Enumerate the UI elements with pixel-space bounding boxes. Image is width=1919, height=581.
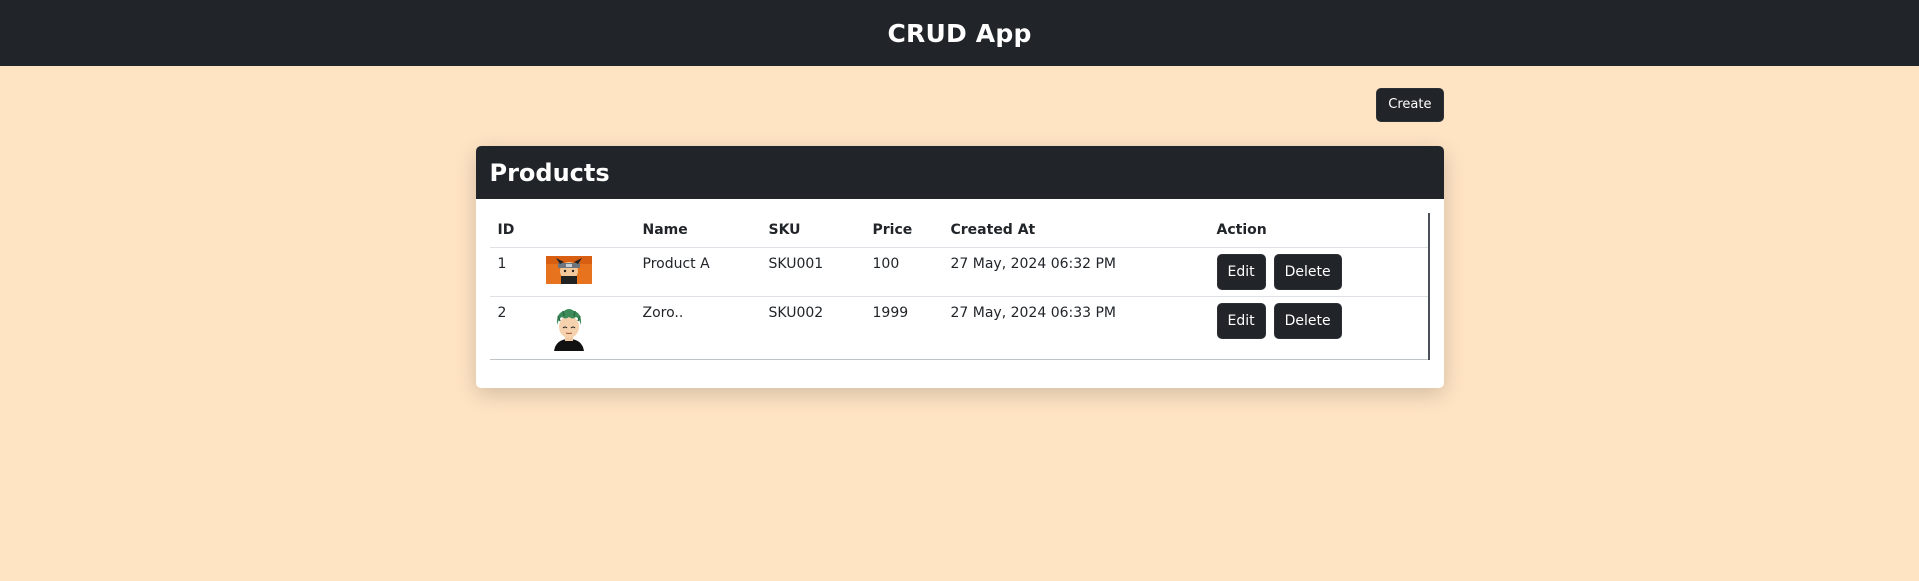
column-header-created-at: Created At: [942, 213, 1209, 248]
table-header-row: ID Name SKU Price Created At Action: [489, 213, 1428, 248]
products-table: ID Name SKU Price Created At Action 1 Pr…: [489, 213, 1428, 360]
cell-name: Product A: [634, 247, 761, 297]
column-header-sku: SKU: [760, 213, 865, 248]
column-header-action: Action: [1208, 213, 1428, 248]
card-title: Products: [489, 158, 610, 187]
column-header-price: Price: [864, 213, 943, 248]
toolbar: Create: [476, 66, 1444, 122]
card-body: ID Name SKU Price Created At Action 1 Pr…: [476, 199, 1444, 388]
cell-sku: SKU001: [760, 247, 865, 297]
cell-image: [537, 296, 635, 360]
cell-created-at: 27 May, 2024 06:33 PM: [942, 296, 1209, 360]
column-header-image: [537, 213, 635, 248]
edit-button[interactable]: Edit: [1216, 254, 1266, 290]
main-container: Create Products ID Name SKU Price Create…: [475, 66, 1444, 388]
cell-name: Zoro..: [634, 296, 761, 360]
top-navbar: CRUD App: [0, 0, 1919, 66]
table-row: 2 Zoro.. SKU002 1999 27 May, 2024 06:33 …: [489, 296, 1428, 360]
cell-created-at: 27 May, 2024 06:32 PM: [942, 247, 1209, 297]
products-card: Products ID Name SKU Price Created At Ac…: [475, 146, 1444, 388]
cell-actions: Edit Delete: [1208, 296, 1428, 360]
create-button[interactable]: Create: [1376, 88, 1444, 122]
cell-id: 1: [489, 247, 538, 297]
table-row: 1 Product A SKU001 100 27 May, 2024 06:3…: [489, 247, 1428, 297]
product-image-green-hair-avatar: [553, 309, 584, 351]
cell-actions: Edit Delete: [1208, 247, 1428, 297]
row-actions: Edit Delete: [1216, 303, 1420, 339]
cell-sku: SKU002: [760, 296, 865, 360]
cell-image: [537, 247, 635, 297]
edit-button[interactable]: Edit: [1216, 303, 1266, 339]
column-header-name: Name: [634, 213, 761, 248]
delete-button[interactable]: Delete: [1273, 303, 1342, 339]
cell-price: 100: [864, 247, 943, 297]
app-title[interactable]: CRUD App: [887, 19, 1031, 48]
card-header: Products: [475, 146, 1444, 199]
table-scroll-container[interactable]: ID Name SKU Price Created At Action 1 Pr…: [489, 213, 1430, 360]
product-image-orange-ninja: [545, 256, 592, 284]
row-actions: Edit Delete: [1216, 254, 1420, 290]
cell-price: 1999: [864, 296, 943, 360]
cell-id: 2: [489, 296, 538, 360]
column-header-id: ID: [489, 213, 538, 248]
delete-button[interactable]: Delete: [1273, 254, 1342, 290]
